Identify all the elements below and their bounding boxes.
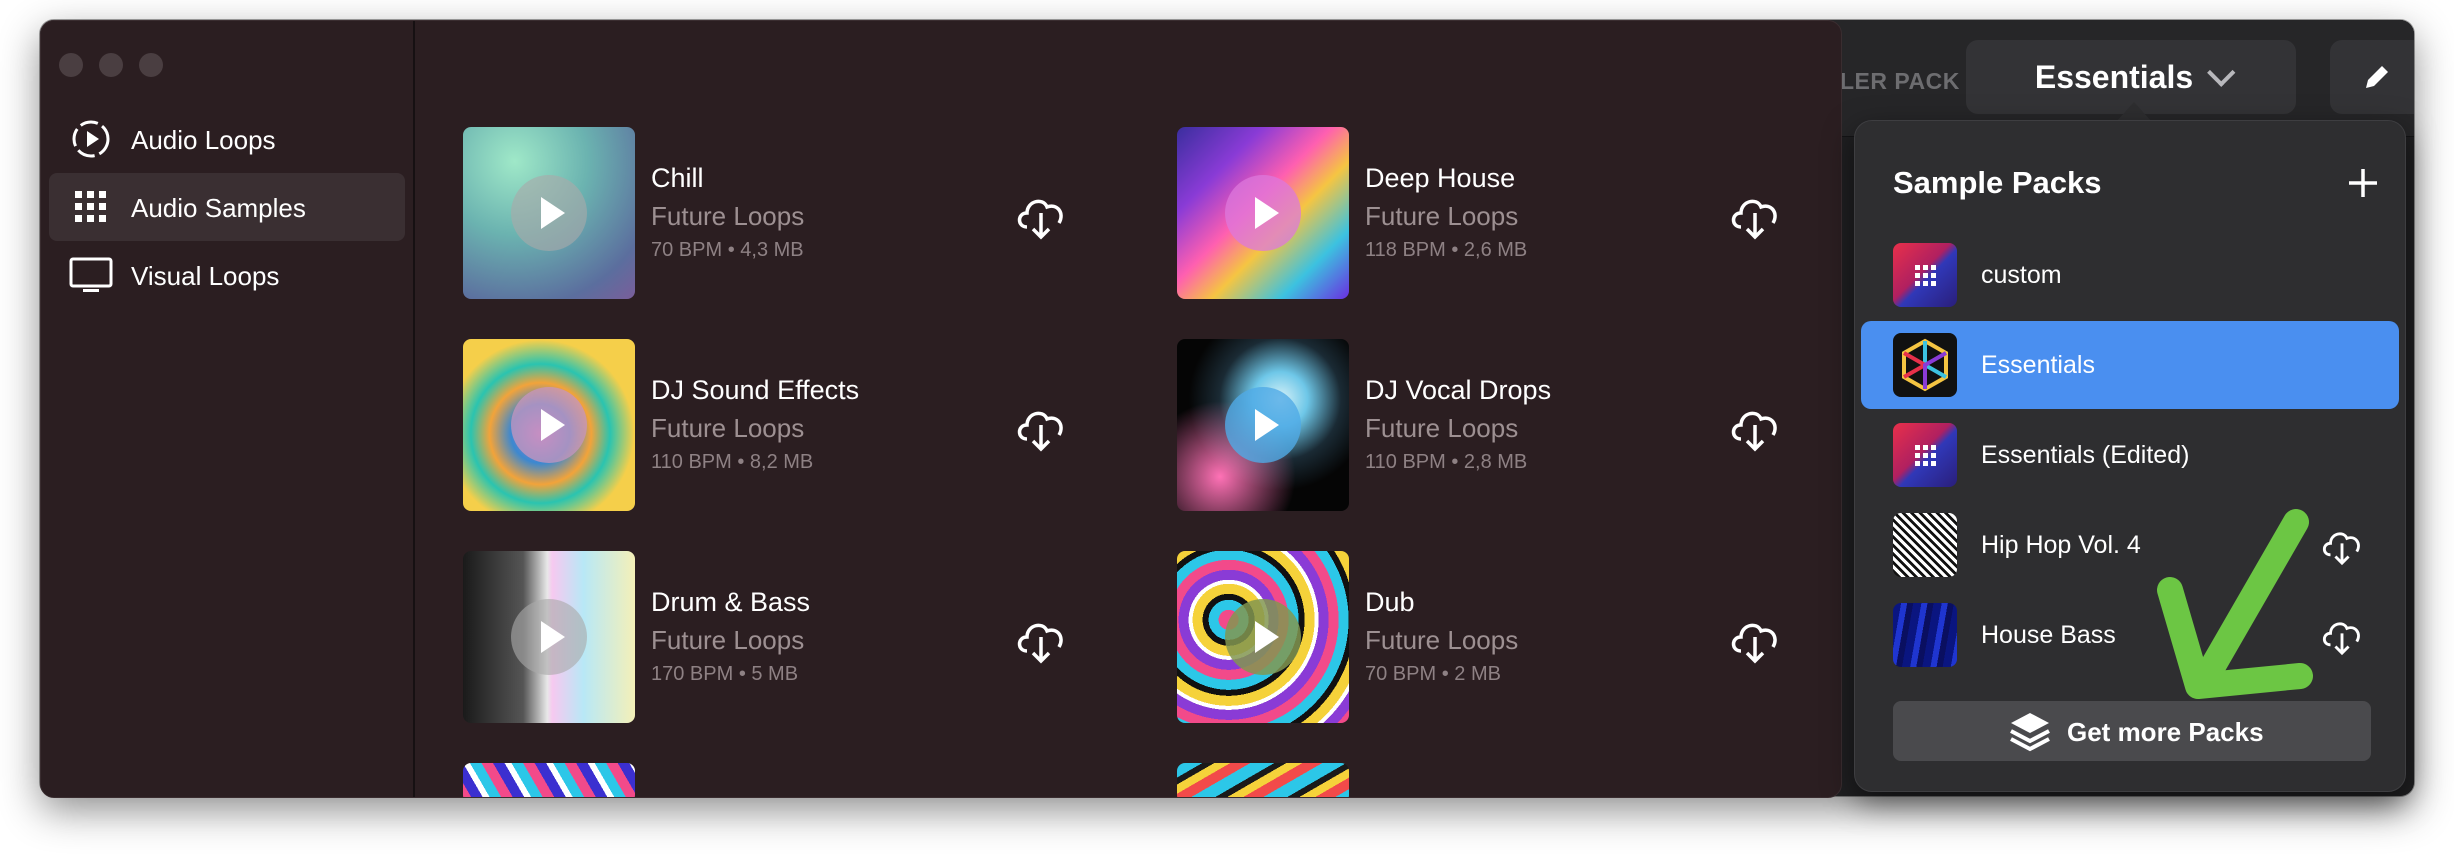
monitor-icon [69, 257, 113, 292]
cloud-download-icon[interactable] [1013, 613, 1069, 665]
pack-row-custom[interactable]: custom [1861, 231, 2399, 319]
pack-artwork [463, 551, 635, 723]
pack-artwork [1177, 339, 1349, 511]
pack-meta: 70 BPM • 2 MB [1365, 663, 1501, 685]
play-button[interactable] [1225, 175, 1301, 251]
pack-thumbnail [1893, 603, 1957, 667]
chevron-down-icon [2207, 58, 2236, 87]
sidebar-item-label: Visual Loops [131, 261, 280, 291]
pack-source: Future Loops [651, 413, 805, 443]
main-window: Audio Loops Audio Samples Visual Loops C… [40, 20, 1842, 798]
popover-arrow [2116, 102, 2152, 122]
pack-thumbnail [1893, 423, 1957, 487]
sampler-pack-label: LER PACK [1840, 68, 1960, 94]
cloud-download-icon[interactable] [1013, 401, 1069, 453]
pack-meta: 170 BPM • 5 MB [651, 663, 799, 685]
pack-name: Essentials [1981, 351, 2095, 379]
pack-name: custom [1981, 261, 2062, 289]
cloud-download-icon[interactable] [2319, 523, 2365, 567]
pack-card[interactable]: Chill Future Loops 70 BPM • 4,3 MB [463, 127, 1123, 299]
cloud-download-icon[interactable] [1727, 401, 1783, 453]
pack-source: Future Loops [1365, 625, 1519, 655]
pack-title: DJ Sound Effects [651, 375, 860, 405]
pack-name: House Bass [1981, 621, 2116, 649]
cloud-download-icon[interactable] [1727, 613, 1783, 665]
pack-title: Chill [651, 163, 704, 193]
play-button[interactable] [1225, 387, 1301, 463]
audio-loops-icon [72, 120, 110, 158]
pack-meta: 118 BPM • 2,6 MB [1365, 239, 1528, 261]
play-button[interactable] [511, 599, 587, 675]
get-more-packs-button[interactable]: Get more Packs [1893, 701, 2371, 761]
pack-artwork [463, 339, 635, 511]
pack-thumbnail [1893, 513, 1957, 577]
pack-artwork [1177, 127, 1349, 299]
pack-meta: 110 BPM • 8,2 MB [651, 451, 814, 473]
pack-name: Hip Hop Vol. 4 [1981, 531, 2141, 559]
sidebar-item-audio-samples[interactable]: Audio Samples [49, 173, 405, 241]
pack-title: Drum & Bass [651, 587, 811, 617]
pack-meta: 70 BPM • 4,3 MB [651, 239, 804, 261]
play-button[interactable] [511, 387, 587, 463]
pack-name: Essentials (Edited) [1981, 441, 2190, 469]
grid-icon [75, 191, 106, 222]
pack-card[interactable]: DJ Vocal Drops Future Loops 110 BPM • 2,… [1177, 339, 1837, 511]
pack-row-essentials[interactable]: Essentials [1861, 321, 2399, 409]
pack-source: Future Loops [1365, 413, 1519, 443]
pack-source: Future Loops [1365, 201, 1519, 231]
pack-card[interactable]: Dub Future Loops 70 BPM • 2 MB [1177, 551, 1837, 723]
edit-button[interactable] [2330, 40, 2414, 114]
pack-artwork [1177, 551, 1349, 723]
sidebar-item-label: Audio Loops [131, 125, 276, 155]
plus-icon[interactable] [2343, 163, 2383, 203]
cloud-download-icon[interactable] [2319, 613, 2365, 657]
pack-meta: 110 BPM • 2,8 MB [1365, 451, 1528, 473]
pack-source: Future Loops [651, 201, 805, 231]
sample-packs-popover: Sample Packs custom Essentials Essential… [1854, 120, 2406, 792]
packs-grid: Chill Future Loops 70 BPM • 4,3 MB Deep … [413, 21, 1841, 797]
pack-artwork [463, 127, 635, 299]
pack-artwork-partial [1177, 763, 1349, 797]
cloud-download-icon[interactable] [1727, 189, 1783, 241]
pack-artwork-partial [463, 763, 635, 797]
play-button[interactable] [511, 175, 587, 251]
close-window-button[interactable] [59, 53, 83, 77]
pack-card[interactable]: DJ Sound Effects Future Loops 110 BPM • … [463, 339, 1123, 511]
grid-icon [1915, 265, 1936, 286]
pack-card[interactable]: Drum & Bass Future Loops 170 BPM • 5 MB [463, 551, 1123, 723]
pack-title: Dub [1365, 587, 1415, 617]
sidebar-item-label: Audio Samples [131, 193, 306, 223]
pack-title: DJ Vocal Drops [1365, 375, 1552, 405]
minimize-window-button[interactable] [99, 53, 123, 77]
popover-title: Sample Packs [1893, 165, 2102, 200]
play-button[interactable] [1225, 599, 1301, 675]
sidebar-item-visual-loops[interactable]: Visual Loops [49, 241, 405, 309]
pack-row-essentials-edited[interactable]: Essentials (Edited) [1861, 411, 2399, 499]
cloud-download-icon[interactable] [1013, 189, 1069, 241]
pencil-icon [2366, 66, 2388, 88]
pack-source: Future Loops [651, 625, 805, 655]
pack-thumbnail [1893, 333, 1957, 397]
pack-selector-label: Essentials [2034, 58, 2194, 95]
pack-title: Deep House [1365, 163, 1516, 193]
pack-card[interactable]: Deep House Future Loops 118 BPM • 2,6 MB [1177, 127, 1837, 299]
get-more-packs-label: Get more Packs [2067, 717, 2264, 747]
sidebar: Audio Loops Audio Samples Visual Loops [41, 21, 415, 797]
annotation-arrow-icon [2157, 509, 2313, 699]
stack-layers-icon [2010, 713, 2050, 752]
zoom-window-button[interactable] [139, 53, 163, 77]
sidebar-item-audio-loops[interactable]: Audio Loops [49, 105, 405, 173]
pack-thumbnail [1893, 243, 1957, 307]
essentials-logo-icon [1902, 338, 1948, 392]
grid-icon [1915, 445, 1936, 466]
